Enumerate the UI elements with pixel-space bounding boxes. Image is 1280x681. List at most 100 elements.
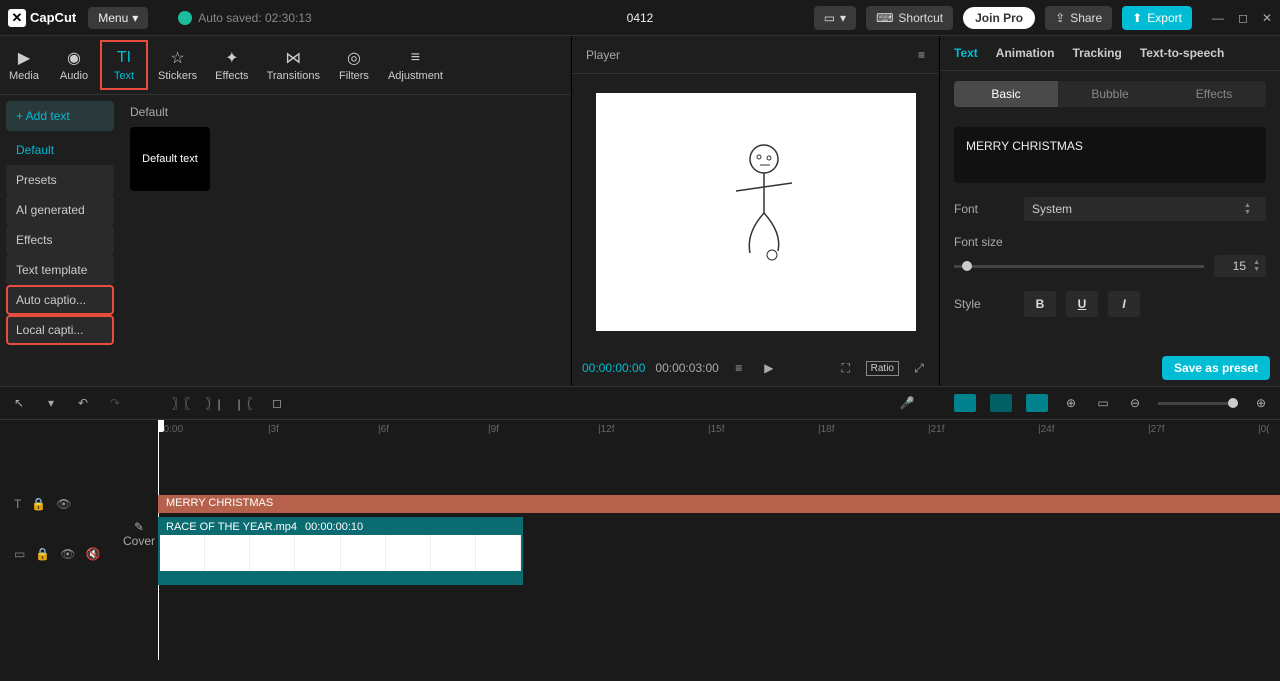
media-icon: ▶ — [12, 48, 36, 68]
inspector-tab-text-to-speech[interactable]: Text-to-speech — [1140, 46, 1224, 60]
inspector-tab-animation[interactable]: Animation — [996, 46, 1055, 60]
shortcut-button[interactable]: ⌨Shortcut — [866, 6, 953, 30]
style-label: Style — [954, 297, 1014, 311]
mute-icon[interactable]: 🔇 — [86, 547, 101, 561]
text-icon: TI — [112, 48, 136, 68]
font-size-label: Font size — [954, 235, 1266, 249]
ruler-tick: |6f — [378, 424, 389, 435]
play-button[interactable]: ▶ — [759, 358, 779, 378]
italic-button[interactable]: I — [1108, 291, 1140, 317]
sidebar-item-presets[interactable]: Presets — [6, 165, 114, 195]
default-text-thumb[interactable]: Default text — [130, 127, 210, 191]
crop-tool[interactable]: ◻ — [268, 394, 286, 412]
tracks-area[interactable]: 00:00|3f|6f|9f|12f|15f|18f|21f|24f|27f|0… — [158, 420, 1280, 681]
inspector-tab-tracking[interactable]: Tracking — [1072, 46, 1121, 60]
check-icon — [178, 11, 192, 25]
sidebar-item-text-template[interactable]: Text template — [6, 255, 114, 285]
text-clip[interactable]: MERRY CHRISTMAS — [158, 495, 1280, 513]
cover-button[interactable]: ✎ Cover — [122, 520, 156, 548]
track-toggle-1[interactable] — [954, 394, 976, 412]
eye-icon[interactable]: 👁 — [60, 547, 75, 561]
text-input[interactable]: MERRY CHRISTMAS — [954, 127, 1266, 183]
audio-icon: ◉ — [62, 48, 86, 68]
volume-icon[interactable]: ≡ — [729, 358, 749, 378]
zoom-slider[interactable] — [1158, 402, 1238, 405]
redo-button[interactable]: ↷ — [106, 394, 124, 412]
sidebar-item-default[interactable]: Default — [6, 135, 114, 165]
close-button[interactable]: ✕ — [1262, 11, 1272, 25]
font-select[interactable]: System ▲▼ — [1024, 197, 1266, 221]
sidebar-item-ai-generated[interactable]: AI generated — [6, 195, 114, 225]
ruler-tick: |0( — [1258, 424, 1270, 435]
lock-icon[interactable]: 🔒 — [35, 547, 50, 561]
timeline: T 🔒 👁 ▭ 🔒 👁 🔇 ✎ Cover 00:00|3f|6f|9f|12f… — [0, 420, 1280, 681]
share-icon: ⇪ — [1055, 11, 1065, 25]
join-pro-button[interactable]: Join Pro — [963, 7, 1035, 29]
tool-tab-effects[interactable]: ✦Effects — [207, 40, 256, 90]
sidebar-item-local-capti-[interactable]: Local capti... — [6, 315, 114, 345]
bold-button[interactable]: B — [1024, 291, 1056, 317]
export-button[interactable]: ⬆Export — [1122, 6, 1192, 30]
share-button[interactable]: ⇪Share — [1045, 6, 1112, 30]
inspector-subtab-bubble[interactable]: Bubble — [1058, 81, 1162, 107]
split-right-tool[interactable]: |〖 — [236, 394, 254, 412]
stepper-icon[interactable]: ▲▼ — [1246, 259, 1260, 273]
lock-icon[interactable]: 🔒 — [31, 497, 46, 511]
underline-button[interactable]: U — [1066, 291, 1098, 317]
tool-tab-stickers[interactable]: ☆Stickers — [150, 40, 205, 90]
tool-tab-transitions[interactable]: ⋈Transitions — [259, 40, 328, 90]
tool-tab-media[interactable]: ▶Media — [0, 40, 48, 90]
inspector-subtab-basic[interactable]: Basic — [954, 81, 1058, 107]
sidebar-item-effects[interactable]: Effects — [6, 225, 114, 255]
preview-icon[interactable]: ▭ — [1094, 394, 1112, 412]
ratio-button[interactable]: Ratio — [866, 361, 899, 376]
ruler-tick: |15f — [708, 424, 725, 435]
filters-icon: ◎ — [342, 48, 366, 68]
player-panel: Player ≡ 00:00:00:00 00:00:03:0 — [572, 36, 940, 386]
time-current: 00:00:00:00 — [582, 361, 645, 375]
eye-icon[interactable]: 👁 — [56, 497, 71, 511]
sidebar-item-auto-captio-[interactable]: Auto captio... — [6, 285, 114, 315]
inspector-tab-text[interactable]: Text — [954, 46, 978, 60]
crop-icon[interactable]: ⛶ — [836, 358, 856, 378]
undo-button[interactable]: ↶ — [74, 394, 92, 412]
inspector-panel: Text Animation Tracking Text-to-speech Basi… — [940, 36, 1280, 386]
minimize-button[interactable]: — — [1212, 11, 1224, 25]
layout-icon: ▭ — [824, 11, 835, 25]
pointer-tool[interactable]: ↖ — [10, 394, 28, 412]
menu-button[interactable]: Menu▾ — [88, 7, 148, 29]
maximize-button[interactable]: ◻ — [1238, 11, 1248, 25]
split-tool[interactable]: 〗〖 — [172, 394, 190, 412]
fullscreen-icon[interactable]: ⤢ — [909, 358, 929, 378]
effects-icon: ✦ — [220, 48, 244, 68]
ruler[interactable]: 00:00|3f|6f|9f|12f|15f|18f|21f|24f|27f|0… — [158, 420, 1280, 442]
align-icon[interactable]: ⊕ — [1062, 394, 1080, 412]
project-title: 0412 — [627, 11, 654, 25]
split-left-tool[interactable]: 〗| — [204, 394, 222, 412]
track-toggle-2[interactable] — [990, 394, 1012, 412]
ruler-tick: |9f — [488, 424, 499, 435]
tool-tab-audio[interactable]: ◉Audio — [50, 40, 98, 90]
preview-canvas[interactable] — [596, 93, 916, 331]
font-size-slider[interactable] — [954, 265, 1204, 268]
player-menu-icon[interactable]: ≡ — [918, 48, 925, 62]
video-clip[interactable]: RACE OF THE YEAR.mp4 00:00:00:10 — [158, 517, 523, 585]
save-preset-button[interactable]: Save as preset — [1162, 356, 1270, 380]
zoom-in-icon[interactable]: ⊕ — [1252, 394, 1270, 412]
track-toggle-3[interactable] — [1026, 394, 1048, 412]
track-headers: T 🔒 👁 ▭ 🔒 👁 🔇 ✎ Cover — [0, 420, 158, 681]
tool-tab-filters[interactable]: ◎Filters — [330, 40, 378, 90]
zoom-out-icon[interactable]: ⊖ — [1126, 394, 1144, 412]
tool-tab-text[interactable]: TIText — [100, 40, 148, 90]
inspector-subtab-effects[interactable]: Effects — [1162, 81, 1266, 107]
video-track-icon: ▭ — [14, 547, 25, 561]
add-text-button[interactable]: + Add text — [6, 101, 114, 131]
ruler-tick: |3f — [268, 424, 279, 435]
layout-button[interactable]: ▭ ▾ — [814, 6, 856, 30]
ruler-tick: |24f — [1038, 424, 1055, 435]
font-size-input[interactable]: 15 ▲▼ — [1214, 255, 1266, 277]
tool-tab-adjustment[interactable]: ≡Adjustment — [380, 40, 451, 90]
mic-icon[interactable]: 🎤 — [898, 394, 916, 412]
dropdown-icon[interactable]: ▾ — [42, 394, 60, 412]
inspector-subtabs: BasicBubbleEffects — [954, 81, 1266, 107]
